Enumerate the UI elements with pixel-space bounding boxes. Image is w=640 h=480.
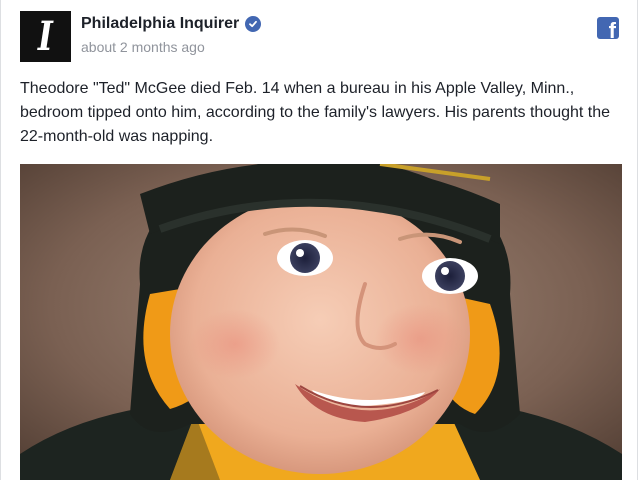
child-portrait-image: [20, 164, 622, 480]
facebook-post-card: I Philadelphia Inquirer about 2 months a…: [0, 0, 638, 480]
post-timestamp[interactable]: about 2 months ago: [81, 39, 205, 55]
verified-badge-icon: [245, 16, 262, 32]
page-name-link[interactable]: Philadelphia Inquirer: [81, 15, 239, 33]
inquirer-logo-letter: I: [38, 12, 53, 60]
post-body-text: Theodore "Ted" McGee died Feb. 14 when a…: [20, 80, 611, 145]
page-avatar[interactable]: I: [20, 11, 71, 62]
page-name-row: Philadelphia Inquirer: [81, 15, 262, 33]
facebook-icon[interactable]: f: [597, 17, 619, 39]
post-photo[interactable]: [20, 164, 622, 480]
